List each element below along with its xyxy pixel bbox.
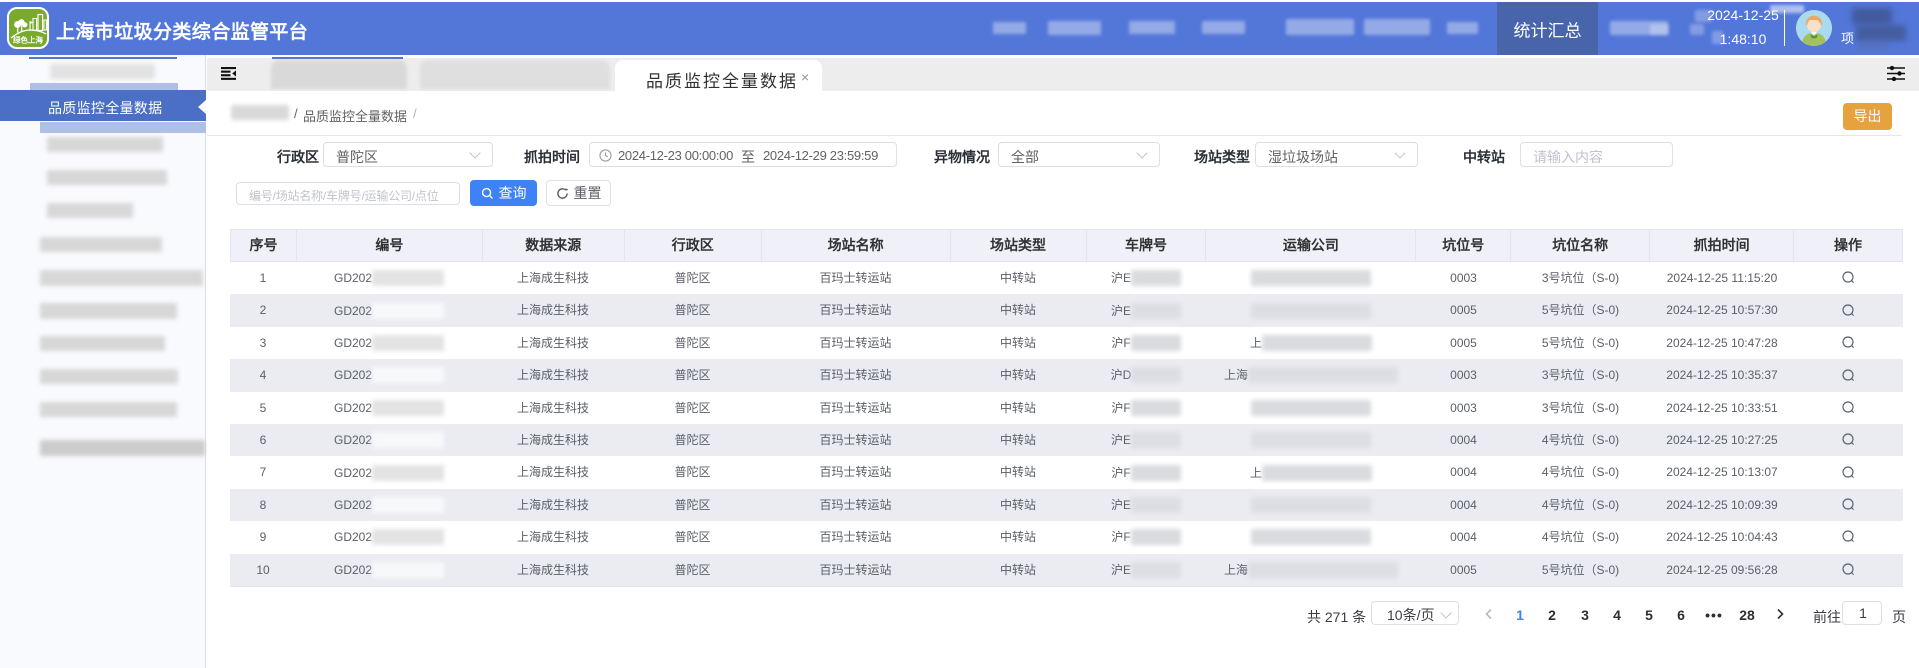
- svg-text:绿色上海: 绿色上海: [13, 35, 43, 45]
